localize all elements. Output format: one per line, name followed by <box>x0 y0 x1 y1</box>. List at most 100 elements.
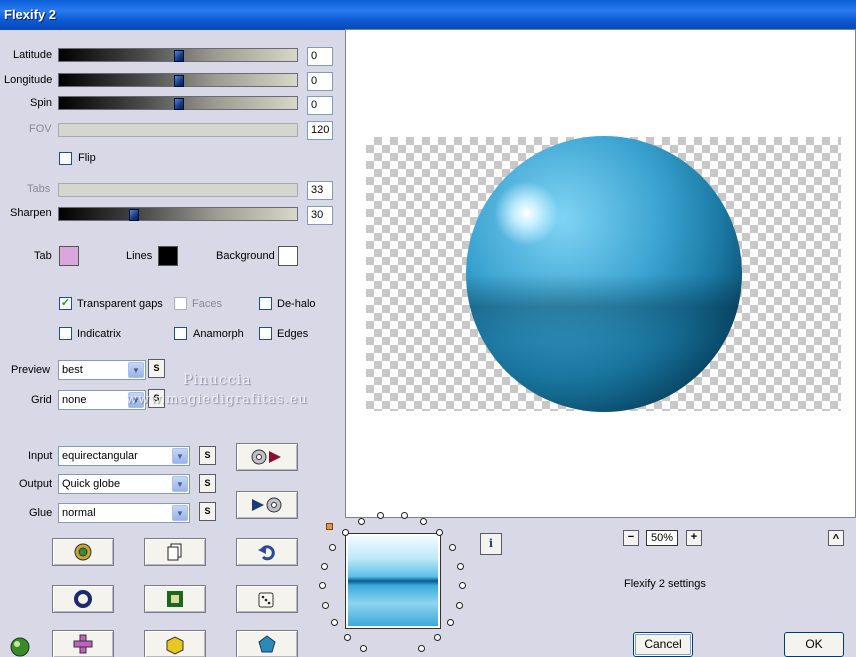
collapse-button[interactable]: ^ <box>828 530 844 546</box>
window-title: Flexify 2 <box>4 7 57 22</box>
chevron-down-icon: ▼ <box>172 505 188 521</box>
rotation-dot[interactable] <box>360 644 368 652</box>
fov-input[interactable]: 120 <box>307 121 333 140</box>
rotation-dot[interactable] <box>447 619 455 627</box>
de-halo-label: De-halo <box>277 298 316 310</box>
spin-label: Spin <box>30 97 53 109</box>
transparent-gaps-checkbox[interactable]: ✓ <box>59 297 72 310</box>
preview-quality-select[interactable]: best ▼ <box>58 360 146 380</box>
input-projection-value: equirectangular <box>62 450 138 462</box>
output-projection-value: Quick globe <box>62 478 121 490</box>
globe-preview <box>466 136 742 412</box>
background-color-swatch[interactable] <box>278 246 298 266</box>
gear-globe-icon <box>74 543 92 561</box>
spin-slider-thumb[interactable] <box>174 98 184 110</box>
disc-to-play-icon <box>251 449 281 465</box>
longitude-input[interactable]: 0 <box>307 72 333 91</box>
preview-canvas[interactable] <box>345 29 856 518</box>
cube-button[interactable] <box>144 630 206 657</box>
rotation-dot[interactable] <box>448 544 456 552</box>
sharpen-slider[interactable] <box>58 207 298 221</box>
cancel-button[interactable]: Cancel <box>633 632 693 657</box>
rotation-dot[interactable] <box>319 582 326 590</box>
source-thumbnail[interactable] <box>345 533 441 629</box>
undo-icon <box>258 545 275 561</box>
rotation-dot[interactable] <box>358 518 366 526</box>
faces-checkbox <box>174 297 187 310</box>
latitude-slider[interactable] <box>58 48 298 62</box>
transparent-gaps-label: Transparent gaps <box>77 298 163 310</box>
edges-label: Edges <box>277 328 309 340</box>
settings-label: Flexify 2 settings <box>624 578 706 590</box>
frame-icon <box>167 591 183 607</box>
rotation-dot[interactable] <box>376 512 384 520</box>
de-halo-checkbox[interactable] <box>259 297 272 310</box>
zoom-in-button[interactable]: + <box>686 530 702 546</box>
glue-select[interactable]: normal ▼ <box>58 503 190 523</box>
window-title-bar[interactable]: Flexify 2 <box>0 0 856 30</box>
tab-color-swatch[interactable] <box>59 246 79 266</box>
rotation-dot[interactable] <box>456 562 464 570</box>
load-output-button[interactable] <box>236 491 298 519</box>
latitude-input[interactable]: 0 <box>307 47 333 66</box>
info-button[interactable]: i <box>480 533 502 555</box>
dice-button[interactable] <box>236 585 298 613</box>
anamorph-checkbox[interactable] <box>174 327 187 340</box>
sharpen-input[interactable]: 30 <box>307 206 333 225</box>
drag-handle[interactable] <box>326 523 333 530</box>
frame-button[interactable] <box>144 585 206 613</box>
rotation-dot[interactable] <box>401 512 409 520</box>
zoom-level: 50% <box>646 530 678 546</box>
longitude-slider-thumb[interactable] <box>174 75 184 87</box>
latitude-slider-thumb[interactable] <box>174 50 184 62</box>
rotation-dot[interactable] <box>343 634 351 642</box>
rotation-dot[interactable] <box>417 644 425 652</box>
cube-icon <box>166 636 184 655</box>
pentagon-icon <box>258 635 276 653</box>
fov-slider <box>58 123 298 137</box>
rotation-dot[interactable] <box>322 601 330 609</box>
lines-color-label: Lines <box>126 250 153 262</box>
spin-input[interactable]: 0 <box>307 96 333 115</box>
watermark-name: Pinuccia <box>183 372 252 388</box>
ring-icon <box>74 590 92 608</box>
cross-button[interactable] <box>52 630 114 657</box>
output-projection-select[interactable]: Quick globe ▼ <box>58 474 190 494</box>
flip-checkbox[interactable] <box>59 152 72 165</box>
rotation-dot[interactable] <box>455 601 463 609</box>
rotation-dot[interactable] <box>458 582 466 590</box>
longitude-slider[interactable] <box>58 73 298 87</box>
glue-s-button[interactable]: S <box>199 502 216 521</box>
tabs-label: Tabs <box>27 183 51 195</box>
preview-s-button[interactable]: S <box>148 359 165 378</box>
spin-slider[interactable] <box>58 96 298 110</box>
copy-button[interactable] <box>144 538 206 566</box>
watermark-url: www.magiedigrafitas.eu <box>126 392 308 407</box>
logo-icon <box>6 632 34 657</box>
edges-checkbox[interactable] <box>259 327 272 340</box>
rotation-dot[interactable] <box>434 634 442 642</box>
ok-button[interactable]: OK <box>784 632 844 657</box>
indicatrix-checkbox[interactable] <box>59 327 72 340</box>
load-input-button[interactable] <box>236 443 298 471</box>
flip-label: Flip <box>78 152 96 164</box>
lines-color-swatch[interactable] <box>158 246 178 266</box>
polyhedron-button[interactable] <box>236 630 298 657</box>
rotation-dot[interactable] <box>329 544 337 552</box>
rotation-dot[interactable] <box>419 518 427 526</box>
ring-button[interactable] <box>52 585 114 613</box>
input-s-button[interactable]: S <box>199 446 216 465</box>
sharpen-slider-thumb[interactable] <box>129 209 139 221</box>
indicatrix-label: Indicatrix <box>77 328 122 340</box>
rotation-dot[interactable] <box>330 619 338 627</box>
preview-quality-value: best <box>62 364 83 376</box>
output-s-button[interactable]: S <box>199 474 216 493</box>
rotation-dot[interactable] <box>436 529 444 537</box>
rotation-dot[interactable] <box>321 562 329 570</box>
randomize-button[interactable] <box>52 538 114 566</box>
tabs-input[interactable]: 33 <box>307 181 333 200</box>
input-projection-select[interactable]: equirectangular ▼ <box>58 446 190 466</box>
zoom-out-button[interactable]: − <box>623 530 639 546</box>
chevron-down-icon: ▼ <box>128 362 144 378</box>
undo-button[interactable] <box>236 538 298 566</box>
